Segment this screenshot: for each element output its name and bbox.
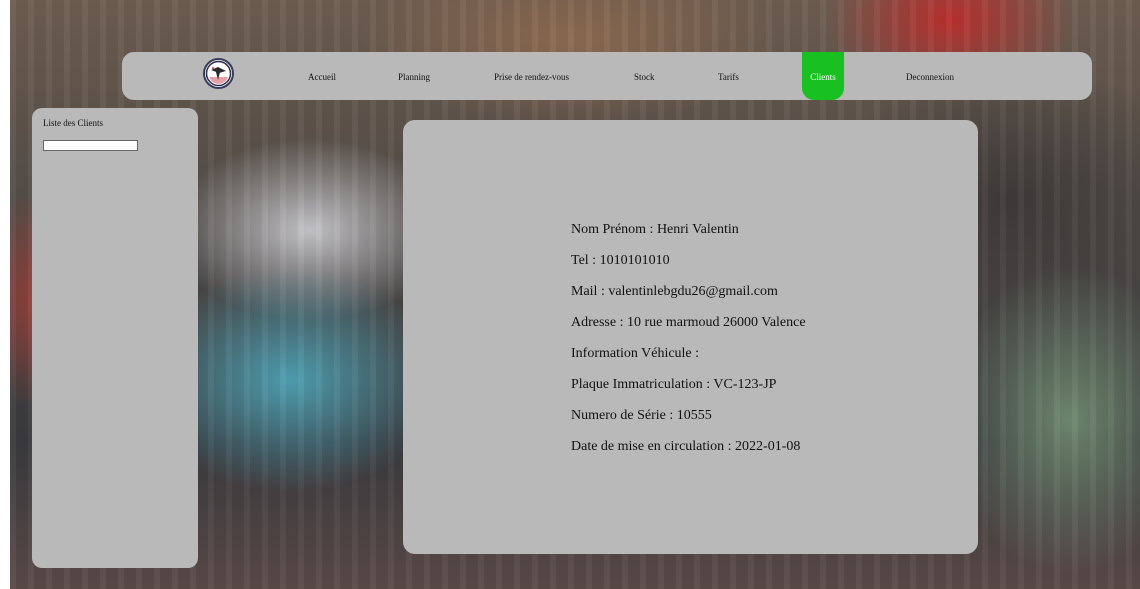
client-mail: Mail : valentinlebgdu26@gmail.com <box>571 284 778 299</box>
client-info: Nom Prénom : Henri Valentin Tel : 101010… <box>571 221 806 469</box>
top-navbar: Accueil Planning Prise de rendez-vous St… <box>122 52 1092 100</box>
vehicle-serial: Numero de Série : 10555 <box>571 408 712 423</box>
client-address: Adresse : 10 rue marmoud 26000 Valence <box>571 315 806 330</box>
nav-stock[interactable]: Stock <box>634 52 655 100</box>
nav-deconnexion[interactable]: Deconnexion <box>906 52 954 100</box>
garage-logo-icon[interactable] <box>203 58 234 89</box>
nav-prise-de-rendez-vous[interactable]: Prise de rendez-vous <box>494 52 569 100</box>
client-tel: Tel : 1010101010 <box>571 253 670 268</box>
client-name: Nom Prénom : Henri Valentin <box>571 222 739 237</box>
client-detail-panel: Nom Prénom : Henri Valentin Tel : 101010… <box>403 120 978 554</box>
vehicle-info-header: Information Véhicule : <box>571 346 700 361</box>
client-list-sidebar: Liste des Clients <box>32 108 198 568</box>
nav-planning[interactable]: Planning <box>398 52 430 100</box>
nav-accueil[interactable]: Accueil <box>308 52 336 100</box>
client-list-title: Liste des Clients <box>43 118 103 128</box>
vehicle-plate: Plaque Immatriculation : VC-123-JP <box>571 377 777 392</box>
vehicle-circulation-date: Date de mise en circulation : 2022-01-08 <box>571 439 801 454</box>
nav-tarifs[interactable]: Tarifs <box>718 52 739 100</box>
client-search-input[interactable] <box>43 140 138 151</box>
nav-clients[interactable]: Clients <box>802 52 844 100</box>
